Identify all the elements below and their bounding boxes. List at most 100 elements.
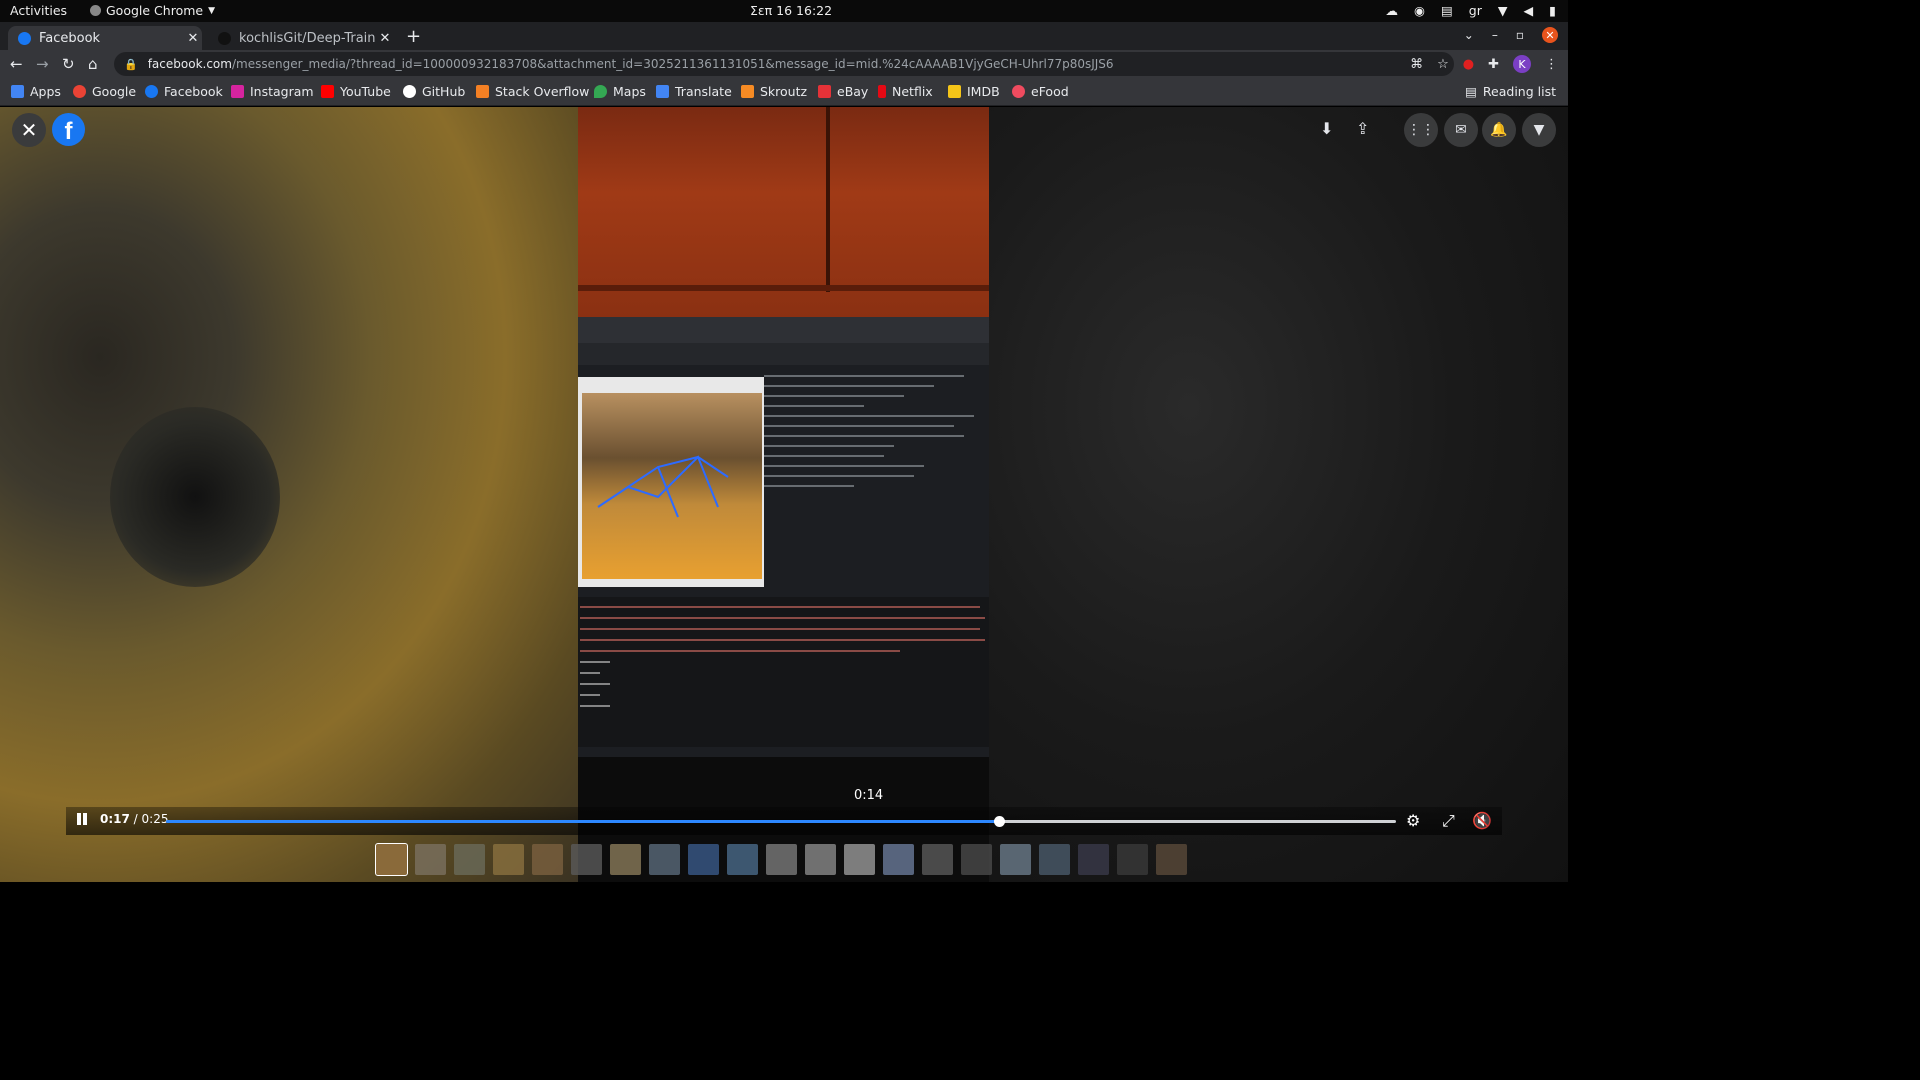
back-icon[interactable]: ← <box>10 55 23 73</box>
lock-icon[interactable]: 🔒 <box>124 58 138 71</box>
media-thumbnail[interactable] <box>610 844 641 875</box>
app-menu[interactable]: Google Chrome ▼ <box>90 3 215 18</box>
bookmark-imdb[interactable]: IMDB <box>948 84 1000 99</box>
home-icon[interactable]: ⌂ <box>88 55 98 73</box>
media-thumbnail[interactable] <box>649 844 680 875</box>
discord-icon[interactable]: ◉ <box>1414 3 1425 18</box>
restore-icon[interactable]: ▫ <box>1516 28 1524 42</box>
toolbar-right: ⌘ ☆ ● ✚ K ⋮ <box>1410 55 1558 73</box>
media-thumbnail[interactable] <box>961 844 992 875</box>
close-viewer-button[interactable]: ✕ <box>12 113 46 147</box>
os-top-bar: Activities Google Chrome ▼ Σεπ 16 16:22 … <box>0 0 1568 22</box>
media-thumbnail[interactable] <box>688 844 719 875</box>
clock[interactable]: Σεπ 16 16:22 <box>750 3 832 18</box>
bookmark-netflix[interactable]: Netflix <box>878 84 933 99</box>
tab-github[interactable]: kochlisGit/Deep-Trainer: I ✕ <box>208 26 394 50</box>
reading-list-icon: ▤ <box>1465 84 1477 99</box>
media-thumbnail[interactable] <box>375 843 408 876</box>
facebook-icon <box>145 85 158 98</box>
account-chevron-down-icon[interactable]: ▼ <box>1522 113 1556 147</box>
bookmark-star-icon[interactable]: ☆ <box>1437 57 1449 72</box>
forward-icon[interactable]: → <box>36 55 49 73</box>
bookmark-translate[interactable]: Translate <box>656 84 732 99</box>
minimize-icon[interactable]: – <box>1492 28 1498 42</box>
bookmark-google[interactable]: Google <box>73 84 136 99</box>
media-thumbnail[interactable] <box>415 844 446 875</box>
seek-handle[interactable] <box>993 816 1005 827</box>
more-menu-icon[interactable]: ⋮ <box>1545 57 1558 72</box>
github-icon <box>218 31 231 45</box>
wifi-icon[interactable]: ▼ <box>1498 3 1508 18</box>
new-tab-button[interactable]: + <box>406 26 421 47</box>
media-thumbnail[interactable] <box>805 844 836 875</box>
download-icon[interactable]: ⬇ <box>1320 119 1333 138</box>
messenger-icon[interactable]: ✉ <box>1444 113 1478 147</box>
bookmark-skroutz[interactable]: Skroutz <box>741 84 807 99</box>
fullscreen-icon[interactable]: ⤢ <box>1442 811 1455 831</box>
pose-skeleton-overlay <box>597 455 729 518</box>
media-thumbnail[interactable] <box>883 844 914 875</box>
facebook-icon <box>18 31 31 45</box>
blurred-backdrop-right <box>989 107 1568 882</box>
window-close-icon[interactable]: ✕ <box>1542 27 1558 43</box>
system-tray[interactable]: ☁ ◉ ▤ gr ▼ ◀ ▮ <box>1386 3 1556 18</box>
bookmark-stackoverflow[interactable]: Stack Overflow <box>476 84 589 99</box>
translate-page-icon[interactable]: ⌘ <box>1410 57 1423 72</box>
media-thumbnail[interactable] <box>1117 844 1148 875</box>
bookmark-instagram[interactable]: Instagram <box>231 84 314 99</box>
video-wall-scene <box>578 107 989 322</box>
share-icon[interactable]: ⇪ <box>1356 119 1369 138</box>
close-icon[interactable]: ✕ <box>376 31 394 46</box>
bookmark-efood[interactable]: eFood <box>1012 84 1069 99</box>
duration: 0:25 <box>141 812 169 826</box>
translate-icon <box>656 85 669 98</box>
settings-gear-icon[interactable]: ⚙ <box>1406 811 1420 830</box>
keyboard-layout[interactable]: gr <box>1469 3 1482 18</box>
clipboard-icon[interactable]: ▤ <box>1441 3 1453 18</box>
bookmark-apps[interactable]: Apps <box>11 84 61 99</box>
video-frame[interactable] <box>578 107 989 882</box>
mute-volume-icon[interactable]: 🔇 <box>1472 811 1492 830</box>
profile-avatar[interactable]: K <box>1513 55 1531 73</box>
media-thumbnail[interactable] <box>493 844 524 875</box>
extensions-puzzle-icon[interactable]: ✚ <box>1488 57 1499 72</box>
facebook-logo-icon[interactable]: f <box>52 113 85 146</box>
bookmark-youtube[interactable]: YouTube <box>321 84 391 99</box>
tab-facebook[interactable]: Facebook ✕ <box>8 26 202 50</box>
reload-icon[interactable]: ↻ <box>62 55 75 73</box>
pose-preview-window <box>578 377 764 587</box>
media-thumbnail[interactable] <box>727 844 758 875</box>
opera-extension-icon[interactable]: ● <box>1463 57 1474 72</box>
bookmark-maps[interactable]: Maps <box>594 84 646 99</box>
media-thumbnail[interactable] <box>532 844 563 875</box>
address-bar[interactable]: 🔒 facebook.com /messenger_media/?thread_… <box>114 52 1454 76</box>
volume-icon[interactable]: ◀ <box>1523 3 1533 18</box>
pause-icon[interactable] <box>76 813 88 827</box>
close-icon[interactable]: ✕ <box>184 31 202 46</box>
url-host: facebook.com <box>147 57 232 71</box>
tab-search-icon[interactable]: ⌄ <box>1464 28 1474 42</box>
media-thumbnail[interactable] <box>1078 844 1109 875</box>
menu-grid-icon[interactable]: ⋮⋮ <box>1404 113 1438 147</box>
media-thumbnail[interactable] <box>454 844 485 875</box>
media-thumbnail[interactable] <box>1156 844 1187 875</box>
bookmark-facebook[interactable]: Facebook <box>145 84 223 99</box>
media-thumbnail[interactable] <box>1039 844 1070 875</box>
media-thumbnail[interactable] <box>571 844 602 875</box>
battery-icon[interactable]: ▮ <box>1549 3 1556 18</box>
media-thumbnail[interactable] <box>766 844 797 875</box>
reading-list-button[interactable]: ▤ Reading list <box>1465 84 1556 99</box>
notifications-bell-icon[interactable]: 🔔 <box>1482 113 1516 147</box>
media-thumbnail[interactable] <box>844 844 875 875</box>
tab-title: Facebook <box>39 30 101 46</box>
chrome-icon <box>90 5 101 16</box>
cloud-icon[interactable]: ☁ <box>1386 3 1399 18</box>
activities-button[interactable]: Activities <box>10 3 67 18</box>
stackoverflow-icon <box>476 85 489 98</box>
bookmark-github[interactable]: GitHub <box>403 84 465 99</box>
ebay-icon <box>818 85 831 98</box>
bookmark-ebay[interactable]: eBay <box>818 84 868 99</box>
media-thumbnail[interactable] <box>922 844 953 875</box>
seek-bar[interactable] <box>166 816 1396 827</box>
media-thumbnail[interactable] <box>1000 844 1031 875</box>
